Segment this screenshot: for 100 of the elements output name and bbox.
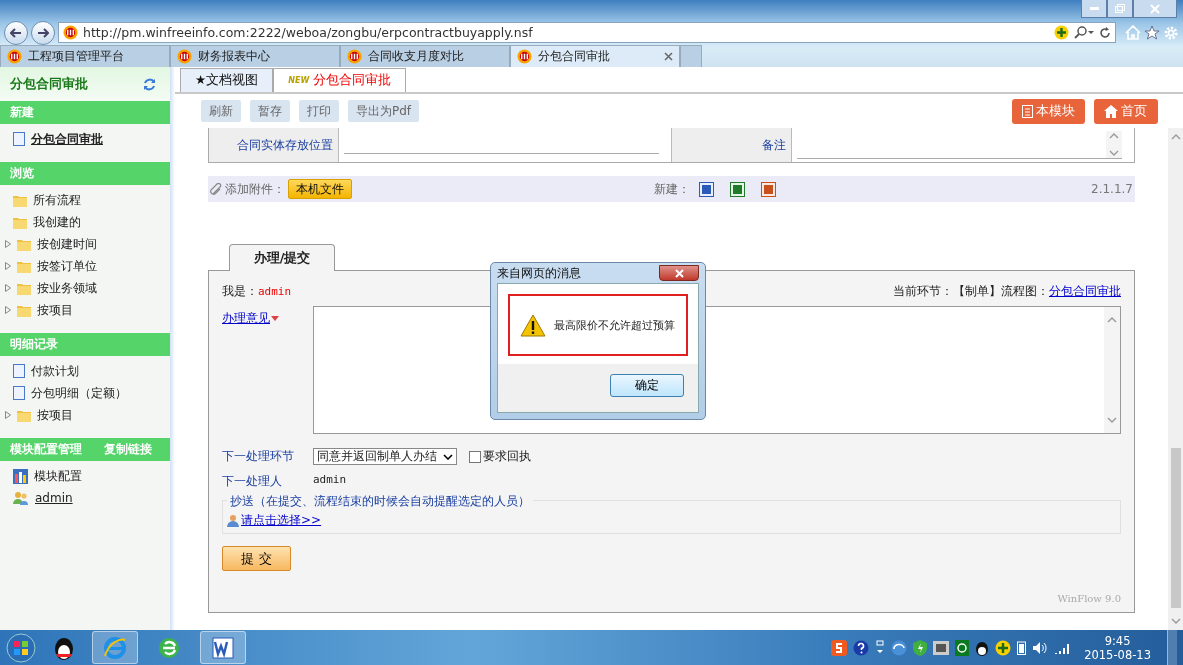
scrollbar-thumb[interactable]	[1170, 448, 1181, 608]
dialog-message: 最高限价不允许超过预算	[554, 317, 675, 333]
sidebar-item-label[interactable]: 分包合同审批	[31, 130, 103, 148]
opinion-link[interactable]: 办理意见	[222, 310, 270, 327]
section-title: 明细记录	[10, 336, 58, 353]
start-button[interactable]	[6, 632, 36, 663]
sidebar-item-label[interactable]: 付款计划	[31, 362, 79, 380]
app-tray-icon[interactable]	[955, 639, 970, 656]
browser-tab[interactable]: 分包合同审批	[510, 45, 680, 67]
sidebar-item[interactable]: 模块配置	[0, 465, 170, 487]
local-file-button[interactable]: 本机文件	[288, 179, 352, 199]
forward-arrow-icon	[37, 27, 49, 38]
submit-button[interactable]: 提 交	[222, 546, 291, 571]
globe-icon[interactable]	[891, 639, 908, 656]
checkbox[interactable]	[469, 450, 481, 463]
site-logo-icon	[7, 49, 22, 64]
select-people-link[interactable]: 请点击选择>>	[241, 512, 322, 529]
person-icon	[227, 514, 239, 527]
plus-icon[interactable]	[995, 639, 1012, 656]
sidebar-item-label[interactable]: 我创建的	[33, 213, 81, 231]
process-tab[interactable]: 办理/提交	[229, 244, 335, 271]
back-arrow-icon	[10, 27, 22, 38]
create-label: 新建：	[654, 180, 690, 198]
field-label: 备注	[672, 128, 792, 162]
shield-icon[interactable]	[913, 639, 928, 656]
toolbar-button[interactable]: 刷新	[201, 100, 241, 122]
restore-icon	[1115, 4, 1125, 13]
users-icon	[13, 491, 29, 505]
refresh-icon[interactable]	[1099, 26, 1111, 39]
document-icon	[13, 132, 25, 146]
toolbar-button[interactable]: 打印	[299, 100, 339, 122]
plus-icon[interactable]	[1054, 25, 1069, 40]
star-icon[interactable]	[1144, 25, 1160, 40]
version-text: 2.1.1.7	[1091, 182, 1133, 196]
folder-icon	[17, 259, 31, 273]
powerpoint-file-icon[interactable]	[761, 181, 776, 197]
caret-icon	[443, 453, 453, 460]
restore-button[interactable]	[1107, 0, 1133, 18]
word-file-icon[interactable]	[699, 181, 714, 197]
dialog-close-button[interactable]	[659, 265, 699, 281]
sidebar-item[interactable]: 按业务领域	[0, 277, 170, 299]
expand-arrow-icon	[5, 262, 11, 270]
refresh-icon[interactable]	[143, 77, 156, 91]
scrollbar[interactable]	[1168, 128, 1183, 630]
sidebar-item-label[interactable]: admin	[35, 491, 73, 505]
minimize-button[interactable]	[1081, 0, 1107, 18]
sidebar-item-label[interactable]: 按项目	[37, 301, 73, 319]
sidebar-item[interactable]: 所有流程	[0, 189, 170, 211]
current-user: 我是：admin	[222, 283, 292, 300]
sidebar-item[interactable]: admin	[0, 487, 170, 509]
sidebar-item[interactable]: 分包明细（定额）	[0, 382, 170, 404]
sidebar-item[interactable]: 按签订单位	[0, 255, 170, 277]
browser-tab[interactable]: 财务报表中心	[170, 45, 340, 67]
excel-file-icon[interactable]	[730, 181, 745, 197]
address-bar[interactable]: http://pm.winfreeinfo.com:2222/weboa/zongbu/erpcontractbuyapply.nsf	[58, 22, 1116, 43]
sidebar-item-label[interactable]: 分包明细（定额）	[31, 384, 127, 402]
section-title: 新建	[10, 104, 34, 121]
flow-link[interactable]: 分包合同审批	[1049, 283, 1121, 300]
browser-tab[interactable]: 合同收支月度对比	[340, 45, 510, 67]
sidebar-item-label[interactable]: 按签订单位	[37, 257, 97, 275]
browser-tab[interactable]: 工程项目管理平台	[0, 45, 170, 67]
next-step-select[interactable]: 同意并返回制单人办结	[313, 448, 457, 465]
volume-icon[interactable]	[1032, 640, 1049, 655]
expand-arrow-icon	[5, 411, 11, 419]
sidebar-item-label[interactable]: 按创建时间	[37, 235, 97, 253]
sidebar-item-label[interactable]: 所有流程	[33, 191, 81, 209]
input-method-icon[interactable]	[831, 639, 848, 656]
document-icon	[13, 386, 25, 400]
ok-button[interactable]: 确定	[610, 374, 684, 397]
battery-icon[interactable]	[1017, 640, 1027, 655]
document-icon	[1022, 104, 1033, 118]
signal-icon[interactable]	[1054, 641, 1071, 654]
sidebar-item[interactable]: 按创建时间	[0, 233, 170, 255]
sidebar-item[interactable]: 我创建的	[0, 211, 170, 233]
word-app-button[interactable]	[200, 631, 246, 664]
sidebar-item-label[interactable]: 按项目	[37, 406, 73, 424]
sidebar-item-label[interactable]: 按业务领域	[37, 279, 97, 297]
close-button[interactable]	[1133, 0, 1177, 18]
sidebar-item[interactable]: 分包合同审批	[0, 128, 170, 150]
forward-button[interactable]	[31, 20, 55, 45]
view-tab[interactable]: ★文档视图	[180, 68, 274, 92]
close-tab-icon[interactable]	[664, 52, 673, 61]
card-icon[interactable]	[933, 640, 950, 655]
folder-icon	[17, 237, 31, 251]
toolbar-button[interactable]: 暂存	[250, 100, 290, 122]
expand-arrow-icon	[5, 240, 11, 248]
view-tab[interactable]: NEW 分包合同审批	[273, 68, 407, 92]
help-icon[interactable]	[853, 639, 870, 656]
scroll-up-icon	[1109, 133, 1119, 139]
penguin-icon[interactable]	[975, 639, 990, 656]
toolbar-button[interactable]: 导出为Pdf	[348, 100, 420, 122]
sidebar-item[interactable]: 付款计划	[0, 360, 170, 382]
sidebar-item[interactable]: 按项目	[0, 404, 170, 426]
back-button[interactable]	[4, 20, 28, 45]
search-icon[interactable]	[1074, 26, 1094, 39]
sidebar-item[interactable]: 按项目	[0, 299, 170, 321]
site-logo-icon	[63, 25, 78, 40]
tray-expand-icon[interactable]	[875, 639, 886, 656]
sidebar-item-label[interactable]: 模块配置	[34, 467, 82, 485]
field-label: 下一处理人	[222, 473, 283, 490]
